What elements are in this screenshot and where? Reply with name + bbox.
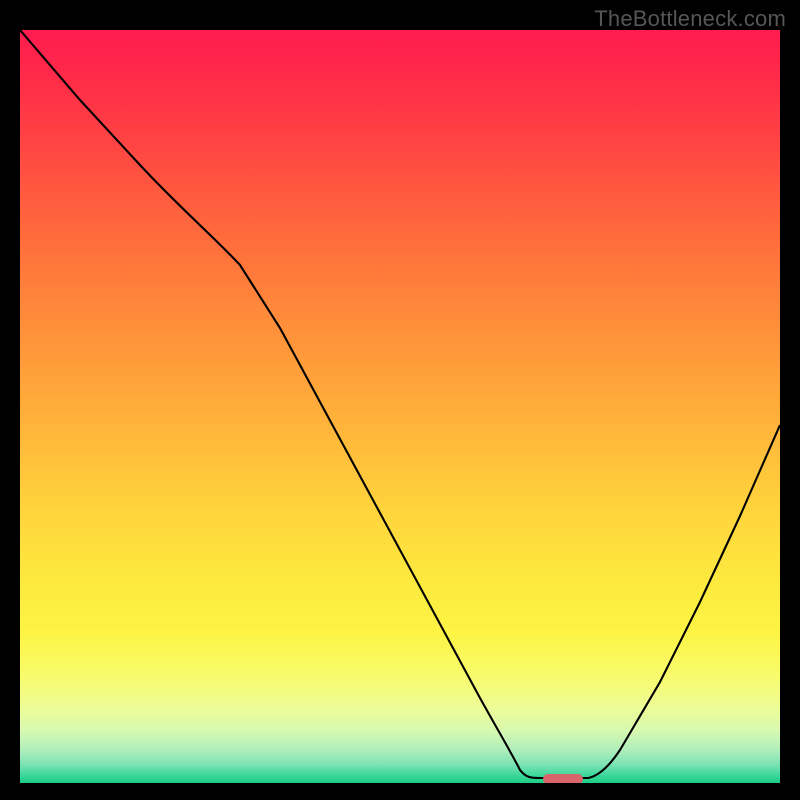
watermark-text: TheBottleneck.com xyxy=(594,6,786,32)
plot-area xyxy=(20,30,780,783)
chart-frame: TheBottleneck.com xyxy=(0,0,800,800)
curve-path xyxy=(20,30,780,778)
bottleneck-curve xyxy=(20,30,780,783)
optimum-marker xyxy=(543,774,583,783)
